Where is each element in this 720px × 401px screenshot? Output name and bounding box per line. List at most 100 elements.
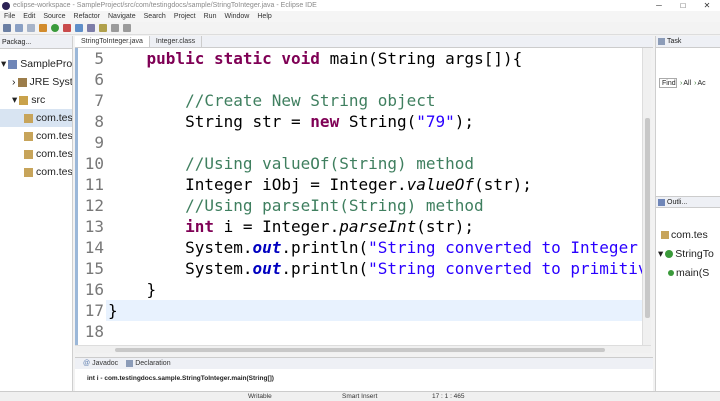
tree-item-label: com.tes	[36, 166, 72, 178]
code-line: public static void main(String args[]){	[146, 49, 523, 68]
find-act-button[interactable]: Ac	[697, 80, 705, 87]
tab-integer-class[interactable]: Integer.class	[150, 36, 203, 47]
stop-icon[interactable]	[63, 24, 71, 32]
line-number: 5	[94, 49, 104, 68]
new-icon[interactable]	[3, 24, 11, 32]
tree-item-package[interactable]: com.tes	[0, 145, 72, 163]
code-area[interactable]: public static void main(String args[]){ …	[108, 48, 642, 345]
line-number: 16	[84, 280, 104, 299]
line-number: 13	[84, 217, 104, 236]
menu-help[interactable]: Help	[257, 13, 271, 20]
line-number: 10	[84, 154, 104, 173]
filter-icon[interactable]: ›	[680, 80, 682, 87]
outline-label: com.tes	[671, 229, 708, 241]
status-bar: Writable Smart Insert 17 : 1 : 465	[0, 391, 720, 401]
expand-chevron-icon[interactable]: ▾	[1, 58, 6, 70]
code-line: int i = Integer.parseInt(str);	[185, 217, 475, 236]
at-icon: @	[83, 360, 91, 367]
outline-item-package[interactable]: com.tes	[661, 229, 708, 241]
tab-stringtointeger-java[interactable]: StringToInteger.java	[75, 36, 150, 47]
expand-chevron-icon[interactable]: ▾	[12, 94, 17, 106]
outline-label: main(S	[676, 267, 710, 279]
tab-label: Declaration	[135, 360, 171, 367]
package-explorer-tab[interactable]: Packag...	[0, 36, 72, 49]
print-icon[interactable]	[27, 24, 35, 32]
tree-item-package[interactable]: com.tes	[0, 163, 72, 181]
package-explorer: Packag... ▾ SampleProj › JRE Syste ▾ src…	[0, 36, 73, 391]
package-icon	[661, 231, 669, 239]
line-number: 12	[84, 196, 104, 215]
find-input[interactable]: Find	[659, 78, 677, 88]
menu-project[interactable]: Project	[174, 13, 196, 20]
menu-navigate[interactable]: Navigate	[108, 13, 136, 20]
outline-label: StringTo	[675, 248, 714, 260]
code-line: //Using valueOf(String) method	[185, 154, 475, 173]
menu-search[interactable]: Search	[144, 13, 166, 20]
package-icon	[24, 131, 33, 141]
project-icon	[8, 59, 18, 69]
menu-source[interactable]: Source	[43, 13, 65, 20]
open-type-icon[interactable]	[87, 24, 95, 32]
maximize-button[interactable]: □	[672, 0, 694, 11]
tree-item-src[interactable]: ▾ src	[0, 91, 72, 109]
back-icon[interactable]	[111, 24, 119, 32]
code-editor[interactable]: 5 6 7 8 9 10 11 12 13 14 15 16 17 18 pub…	[75, 48, 642, 345]
find-label: Find	[662, 80, 676, 87]
minimize-button[interactable]: ─	[648, 0, 670, 11]
bottom-tab-bar: @ Javadoc Declaration	[75, 357, 653, 369]
line-number-gutter: 5 6 7 8 9 10 11 12 13 14 15 16 17 18	[78, 48, 106, 345]
tab-label: Javadoc	[92, 360, 119, 367]
tab-javadoc[interactable]: @ Javadoc	[83, 360, 118, 367]
debug-icon[interactable]	[39, 24, 47, 32]
code-line: String str = new String("79");	[108, 112, 475, 131]
code-line: }	[108, 280, 157, 299]
tree-item-package[interactable]: com.tes	[0, 127, 72, 145]
menu-run[interactable]: Run	[204, 13, 217, 20]
new-class-icon[interactable]	[75, 24, 83, 32]
run-icon[interactable]	[51, 24, 59, 32]
close-button[interactable]: ✕	[696, 0, 718, 11]
editor-horizontal-scrollbar[interactable]	[75, 345, 651, 353]
package-icon	[24, 113, 33, 123]
package-tree: ▾ SampleProj › JRE Syste ▾ src com.tes c…	[0, 49, 72, 181]
task-list-tab[interactable]: Task	[656, 36, 720, 48]
declaration-icon	[126, 360, 134, 367]
menu-window[interactable]: Window	[224, 13, 249, 20]
outline-tab[interactable]: Outli...	[656, 196, 720, 208]
task-find-bar: Find › All › Ac	[659, 78, 706, 88]
menu-refactor[interactable]: Refactor	[74, 13, 100, 20]
status-cursor-position: 17 : 1 : 465	[432, 393, 465, 400]
menu-edit[interactable]: Edit	[23, 13, 35, 20]
save-icon[interactable]	[15, 24, 23, 32]
status-writable: Writable	[248, 393, 272, 400]
line-number: 15	[84, 259, 104, 278]
tab-declaration[interactable]: Declaration	[126, 360, 171, 367]
tree-item-package[interactable]: com.tes	[0, 109, 72, 127]
tree-item-label: com.tes	[36, 148, 72, 160]
line-number: 11	[84, 175, 104, 194]
tree-item-label: com.tes	[36, 130, 72, 142]
forward-icon[interactable]	[123, 24, 131, 32]
filter-icon[interactable]: ›	[694, 80, 696, 87]
find-all-button[interactable]: All	[683, 80, 691, 87]
expand-chevron-icon[interactable]: ▾	[658, 248, 663, 260]
line-number: 8	[94, 112, 104, 131]
scrollbar-thumb[interactable]	[645, 118, 650, 318]
collapse-chevron-icon[interactable]: ›	[12, 76, 16, 88]
menu-bar: File Edit Source Refactor Navigate Searc…	[0, 11, 720, 22]
tree-item-project[interactable]: ▾ SampleProj	[0, 55, 72, 73]
eclipse-icon	[2, 1, 10, 10]
menu-file[interactable]: File	[4, 13, 15, 20]
search-icon[interactable]	[99, 24, 107, 32]
editor-vertical-scrollbar[interactable]	[642, 48, 651, 345]
line-number: 17	[84, 301, 104, 320]
right-panel: Task Find › All › Ac Outli... com.tes ▾ …	[655, 36, 720, 391]
line-number: 18	[84, 322, 104, 341]
outline-item-class[interactable]: ▾ StringTo	[658, 248, 714, 260]
scrollbar-thumb[interactable]	[115, 348, 605, 352]
outline-item-method[interactable]: main(S	[668, 267, 709, 279]
tree-item-jre[interactable]: › JRE Syste	[0, 73, 72, 91]
source-folder-icon	[19, 95, 29, 105]
code-line: }	[108, 301, 118, 320]
package-icon	[24, 149, 33, 159]
